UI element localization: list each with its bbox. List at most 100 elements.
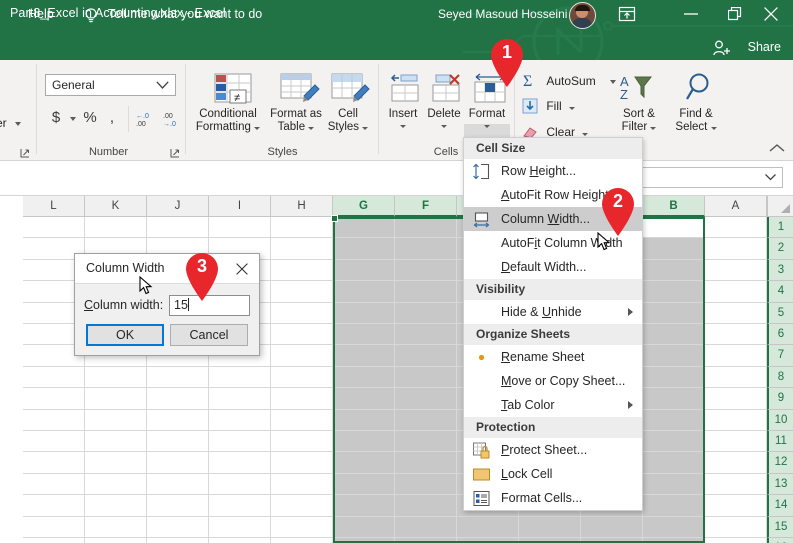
grid-cell[interactable] [643, 452, 705, 474]
spreadsheet-grid[interactable]: ABCDEFGHIJKL12345678910111213141516 [0, 196, 793, 543]
grid-cell[interactable] [643, 516, 705, 538]
grid-cell[interactable] [333, 281, 395, 303]
grid-cell[interactable] [395, 345, 457, 367]
delete-cells-button[interactable]: Delete [424, 72, 464, 128]
row-header-11[interactable]: 11 [767, 431, 793, 453]
grid-cell[interactable] [209, 217, 271, 239]
grid-cell[interactable] [23, 409, 85, 431]
grid-cell[interactable] [643, 366, 705, 389]
row-header-2[interactable]: 2 [767, 238, 793, 260]
column-header-b[interactable]: B [643, 196, 705, 217]
menu-item-row-height[interactable]: Row Height... [464, 159, 642, 183]
grid-cell[interactable] [395, 473, 457, 496]
ok-button[interactable]: OK [86, 324, 164, 346]
grid-cell[interactable] [147, 409, 209, 431]
grid-cell[interactable] [85, 495, 147, 517]
alignment-partial-button[interactable]: er [0, 116, 22, 130]
sort-filter-button[interactable]: A Z Sort & Filter [611, 72, 667, 133]
percent-format-button[interactable]: % [82, 109, 98, 126]
grid-cell[interactable] [147, 495, 209, 517]
column-width-dialog[interactable]: Column Width Column width: 15 OK Cancel [74, 253, 260, 356]
grid-cell[interactable] [643, 388, 705, 410]
menu-item-move-or-copy-sheet[interactable]: Move or Copy Sheet... [464, 369, 642, 393]
grid-cell[interactable] [333, 217, 395, 239]
grid-cell[interactable] [395, 302, 457, 324]
grid-cell[interactable] [271, 538, 333, 543]
format-button[interactable]: Format [464, 72, 510, 128]
menu-item-column-width[interactable]: Column Width... [464, 207, 642, 231]
grid-cell[interactable] [333, 302, 395, 324]
grid-cell[interactable] [333, 345, 395, 367]
fill-button[interactable]: Fill [522, 98, 576, 114]
grid-cell[interactable] [147, 431, 209, 453]
grid-cell[interactable] [395, 238, 457, 260]
grid-cell[interactable] [85, 366, 147, 389]
grid-cell[interactable] [333, 516, 395, 538]
column-header-i[interactable]: I [209, 196, 271, 217]
grid-cell[interactable] [333, 431, 395, 453]
grid-cell[interactable] [23, 473, 85, 496]
accounting-format-chevron-icon[interactable] [70, 117, 76, 121]
grid-cell[interactable] [333, 324, 395, 346]
close-button[interactable] [749, 0, 793, 28]
grid-cell[interactable] [147, 473, 209, 496]
grid-cell[interactable] [271, 238, 333, 260]
grid-cell[interactable] [85, 516, 147, 538]
grid-cell[interactable] [209, 388, 271, 410]
grid-cell[interactable] [23, 538, 85, 543]
grid-cell[interactable] [643, 259, 705, 282]
grid-cell[interactable] [209, 366, 271, 389]
grid-cell[interactable] [705, 388, 767, 410]
grid-cell[interactable] [333, 473, 395, 496]
tab-help[interactable]: Help [28, 7, 54, 21]
autosum-button[interactable]: Σ AutoSum [522, 72, 596, 90]
grid-cell[interactable] [271, 217, 333, 239]
grid-cell[interactable] [147, 452, 209, 474]
grid-cell[interactable] [271, 259, 333, 282]
row-header-3[interactable]: 3 [767, 259, 793, 282]
menu-item-rename-sheet[interactable]: Rename Sheet [464, 345, 642, 369]
decrease-decimal-button[interactable]: .00 →.0 [160, 110, 182, 131]
grid-cell[interactable] [705, 452, 767, 474]
grid-cell[interactable] [147, 388, 209, 410]
cancel-button[interactable]: Cancel [170, 324, 248, 346]
insert-cells-button[interactable]: Insert [383, 72, 423, 128]
grid-cell[interactable] [395, 431, 457, 453]
grid-cell[interactable] [643, 281, 705, 303]
grid-cell[interactable] [271, 452, 333, 474]
grid-cell[interactable] [271, 516, 333, 538]
grid-cell[interactable] [705, 281, 767, 303]
grid-cell[interactable] [271, 302, 333, 324]
grid-cell[interactable] [85, 388, 147, 410]
grid-cell[interactable] [643, 538, 705, 543]
grid-cell[interactable] [395, 495, 457, 517]
collapse-ribbon-button[interactable] [769, 142, 785, 156]
grid-cell[interactable] [395, 538, 457, 543]
column-header-g[interactable]: G [333, 196, 395, 217]
grid-cell[interactable] [271, 345, 333, 367]
row-header-5[interactable]: 5 [767, 302, 793, 324]
grid-cell[interactable] [643, 409, 705, 431]
grid-cell[interactable] [209, 473, 271, 496]
alignment-dialog-launcher[interactable] [20, 147, 30, 158]
grid-cell[interactable] [333, 238, 395, 260]
increase-decimal-button[interactable]: ←.0 .00 [133, 110, 155, 131]
grid-cell[interactable] [705, 538, 767, 543]
grid-cell[interactable] [85, 452, 147, 474]
grid-cell[interactable] [23, 495, 85, 517]
grid-cell[interactable] [519, 538, 581, 543]
avatar[interactable] [569, 2, 596, 29]
grid-cell[interactable] [643, 473, 705, 496]
grid-cell[interactable] [333, 366, 395, 389]
grid-cell[interactable] [271, 388, 333, 410]
grid-cell[interactable] [519, 516, 581, 538]
grid-cell[interactable] [271, 324, 333, 346]
row-header-6[interactable]: 6 [767, 324, 793, 346]
grid-cell[interactable] [85, 473, 147, 496]
grid-cell[interactable] [395, 366, 457, 389]
grid-cell[interactable] [271, 431, 333, 453]
grid-cell[interactable] [23, 388, 85, 410]
grid-cell[interactable] [395, 409, 457, 431]
grid-cell[interactable] [395, 259, 457, 282]
row-header-7[interactable]: 7 [767, 345, 793, 367]
